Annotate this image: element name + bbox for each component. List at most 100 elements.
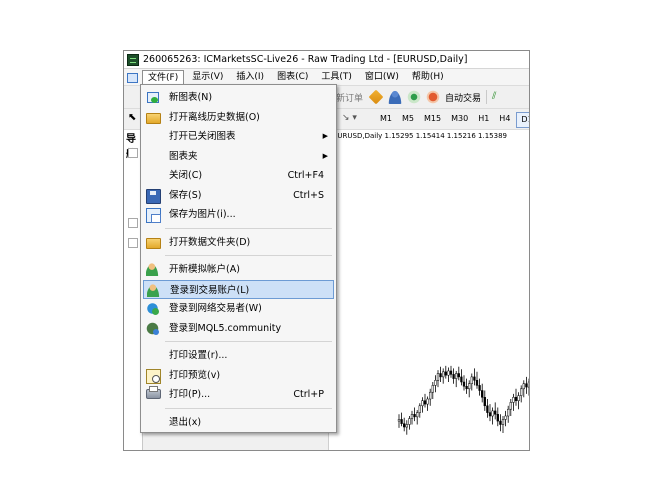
timeframe-h1[interactable]: H1 bbox=[474, 112, 493, 126]
metaeditor-icon[interactable] bbox=[368, 89, 384, 105]
file-menu-item-label: 登录到交易账户(L) bbox=[170, 284, 250, 296]
file-menu-item[interactable]: 打开已关闭图表 ▶ bbox=[143, 127, 334, 146]
auto-trading-icon[interactable] bbox=[426, 90, 441, 104]
candle-body bbox=[520, 388, 523, 396]
candle-body bbox=[478, 385, 481, 391]
print-preview-icon bbox=[146, 368, 161, 384]
file-menu-item[interactable]: 打开数据文件夹(D) bbox=[143, 233, 334, 252]
file-menu-item[interactable]: 关闭(C) Ctrl+F4 bbox=[143, 166, 334, 185]
new-order-button[interactable]: 新订单 bbox=[336, 91, 363, 104]
file-menu-item[interactable]: 登录到网络交易者(W) bbox=[143, 299, 334, 318]
candle-body bbox=[423, 400, 427, 405]
mql5-community-icon bbox=[146, 321, 159, 335]
timeframe-buttons: M1 M5 M15 M30 H1 H4 D1 bbox=[376, 112, 529, 128]
tree-expand-icon[interactable] bbox=[128, 148, 138, 158]
candle-body bbox=[439, 373, 442, 378]
candle-body bbox=[488, 412, 492, 417]
new-chart-icon bbox=[146, 91, 159, 104]
file-menu-item-label: 打印设置(r)... bbox=[169, 350, 228, 361]
navigator-icon[interactable] bbox=[388, 90, 403, 104]
file-menu-item-label: 关闭(C) bbox=[169, 170, 203, 181]
file-menu-item-label: 打开离线历史数据(O) bbox=[169, 111, 260, 123]
timeframe-m1[interactable]: M1 bbox=[376, 112, 396, 126]
candle-body bbox=[431, 385, 434, 393]
file-menu-item[interactable]: 登录到MQL5.community bbox=[143, 319, 334, 338]
timeframe-m30[interactable]: M30 bbox=[447, 112, 472, 126]
toolbar-separator bbox=[486, 90, 488, 104]
file-menu-item[interactable]: 图表夹 ▶ bbox=[143, 147, 334, 166]
file-menu-item-shortcut: Ctrl+P bbox=[293, 389, 324, 400]
file-menu-item[interactable]: 开新模拟帐户(A) bbox=[143, 260, 334, 279]
signals-icon[interactable] bbox=[407, 90, 422, 104]
candlestick-chart bbox=[397, 365, 529, 435]
menu-separator bbox=[165, 341, 332, 342]
menu-window[interactable]: 窗口(W) bbox=[360, 70, 404, 84]
timeframe-d1[interactable]: D1 bbox=[516, 112, 529, 128]
file-menu-item[interactable]: 新图表(N) bbox=[143, 88, 334, 107]
file-menu-item[interactable]: 保存为图片(i)... bbox=[143, 205, 334, 224]
candle-body bbox=[496, 414, 499, 422]
file-menu-item[interactable]: 打印(P)... Ctrl+P bbox=[143, 385, 334, 404]
candle-body bbox=[507, 408, 510, 417]
menu-tools[interactable]: 工具(T) bbox=[316, 70, 357, 84]
window-menu-icon[interactable] bbox=[126, 72, 138, 83]
candle-body bbox=[421, 400, 424, 407]
menu-help[interactable]: 帮助(H) bbox=[407, 70, 449, 84]
menu-separator bbox=[165, 407, 332, 409]
candle-body bbox=[397, 419, 401, 422]
candle-body bbox=[436, 373, 440, 381]
file-menu-item[interactable]: 保存(S) Ctrl+S bbox=[143, 186, 334, 205]
file-menu-item-label: 图表夹 bbox=[169, 150, 198, 162]
candle-body bbox=[452, 374, 455, 379]
chart-window[interactable]: EURUSD,Daily 1.15295 1.15414 1.15216 1.1… bbox=[328, 130, 529, 450]
candle-body bbox=[499, 420, 502, 425]
timeframe-m5[interactable]: M5 bbox=[398, 112, 418, 126]
cursor-icon[interactable]: ⬉ bbox=[128, 112, 140, 126]
auto-trading-button[interactable]: 自动交易 bbox=[445, 91, 481, 104]
candle-body bbox=[447, 370, 450, 376]
web-trader-icon bbox=[146, 302, 159, 315]
candle-body bbox=[504, 415, 507, 420]
file-menu-item[interactable]: 打印设置(r)... bbox=[143, 346, 334, 365]
save-icon bbox=[146, 188, 161, 204]
save-picture-icon bbox=[146, 208, 161, 223]
candle-body bbox=[416, 412, 419, 418]
printer-icon bbox=[146, 386, 161, 399]
timeframe-m15[interactable]: M15 bbox=[420, 112, 445, 126]
file-menu-item-label: 打印(P)... bbox=[169, 389, 211, 400]
tree-expand-icon[interactable] bbox=[128, 218, 138, 228]
objects-dropdown-icon[interactable]: ↘ ▾ bbox=[342, 113, 357, 123]
candle-body bbox=[426, 398, 429, 405]
file-menu-item-label: 保存(S) bbox=[169, 189, 202, 201]
file-menu-item[interactable]: 打开离线历史数据(O) bbox=[143, 108, 334, 127]
menu-charts[interactable]: 图表(C) bbox=[272, 70, 313, 84]
candle-body bbox=[509, 402, 512, 410]
candle-body bbox=[494, 410, 497, 415]
login-account-icon bbox=[147, 283, 160, 297]
candle-body bbox=[486, 405, 489, 413]
candle-body bbox=[442, 371, 445, 378]
file-menu-item[interactable]: 打印预览(v) bbox=[143, 366, 334, 385]
tree-expand-icon[interactable] bbox=[128, 238, 138, 248]
timeframe-h4[interactable]: H4 bbox=[495, 112, 514, 126]
candle-body bbox=[449, 370, 453, 375]
file-menu-item-label: 退出(x) bbox=[169, 416, 202, 428]
title-bar: 260065263: ICMarketsSC-Live26 - Raw Trad… bbox=[124, 51, 529, 69]
menu-file[interactable]: 文件(F) bbox=[142, 69, 185, 85]
file-menu-dropdown: 新图表(N) 打开离线历史数据(O) 打开已关闭图表 ▶ 图表夹 ▶ 关闭(C) Ctrl+F… bbox=[140, 84, 337, 433]
file-menu-item[interactable]: 登录到交易账户(L) bbox=[143, 279, 334, 299]
menu-insert[interactable]: 插入(I) bbox=[231, 70, 269, 84]
candle-body bbox=[517, 395, 520, 401]
candle-body bbox=[468, 383, 471, 390]
file-menu-item-label: 开新模拟帐户(A) bbox=[169, 264, 240, 275]
line-studies-icon[interactable]: ⫽ bbox=[492, 91, 504, 103]
trade-toolbar-group: 新订单 自动交易 ⫽ bbox=[336, 89, 504, 105]
candle-body bbox=[514, 397, 518, 401]
menu-separator bbox=[165, 227, 332, 229]
file-menu-item[interactable]: 退出(x) bbox=[143, 413, 334, 432]
folder-icon bbox=[146, 112, 161, 124]
candle-body bbox=[418, 405, 421, 413]
menu-separator bbox=[165, 255, 332, 256]
file-menu-item-label: 登录到MQL5.community bbox=[169, 322, 282, 334]
menu-view[interactable]: 显示(V) bbox=[187, 70, 228, 84]
